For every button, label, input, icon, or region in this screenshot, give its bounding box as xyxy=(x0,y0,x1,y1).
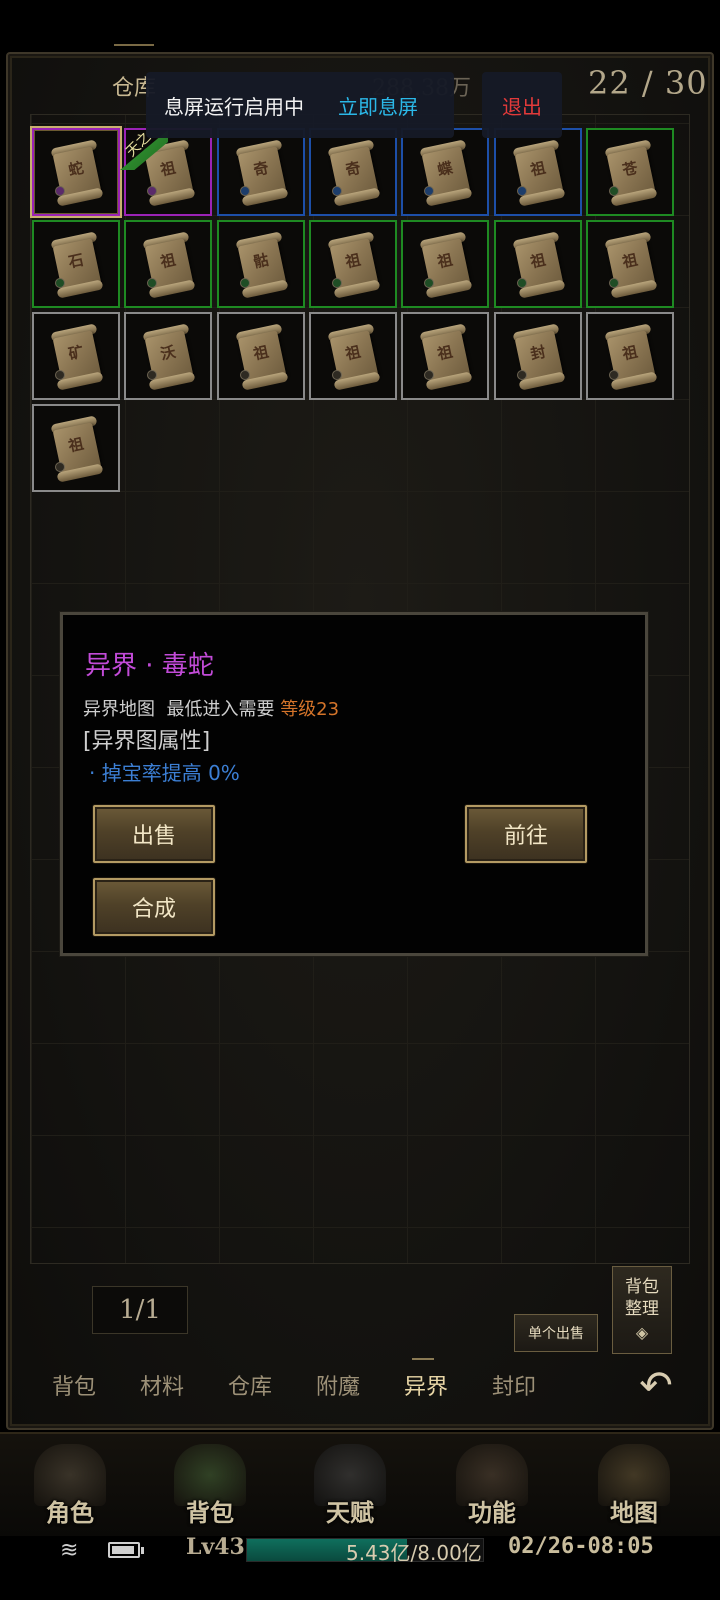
nav-label-map: 地图 xyxy=(610,1498,658,1527)
map-scroll-icon: 祖 xyxy=(509,139,567,207)
nav-label-function: 功能 xyxy=(468,1498,516,1527)
requirement-level: 等级23 xyxy=(280,699,340,720)
back-arrow-icon[interactable]: ↶ xyxy=(632,1364,680,1412)
map-scroll-icon: 祖 xyxy=(416,231,474,299)
tab-item[interactable]: 附魔 xyxy=(294,1366,382,1410)
inventory-slot[interactable]: 祖 xyxy=(586,312,674,400)
arrange-label-1: 背包 xyxy=(625,1277,659,1297)
battery-icon xyxy=(108,1542,144,1558)
item-title: 异界 · 毒蛇 xyxy=(85,651,214,681)
map-scroll-icon: 祖 xyxy=(232,323,290,391)
inventory-slot[interactable]: 祖 xyxy=(401,312,489,400)
map-scroll-icon: 苍 xyxy=(601,139,659,207)
tab-item[interactable]: 背包 xyxy=(30,1366,118,1410)
map-scroll-icon: 石 xyxy=(47,231,105,299)
inventory-slot[interactable]: 奇 xyxy=(217,128,305,216)
map-scroll-icon: 沃 xyxy=(139,323,197,391)
capacity-counter: 22 / 30 xyxy=(588,64,708,102)
map-scroll-icon: 祖 xyxy=(324,231,382,299)
goto-button[interactable]: 前往 xyxy=(465,805,587,863)
attribute-header: [异界图属性] xyxy=(83,729,211,754)
notification-status-text: 息屏运行启用中 xyxy=(164,94,304,119)
exp-text: 5.43亿/8.00亿 xyxy=(346,1541,482,1565)
wifi-icon: ≋ xyxy=(60,1538,79,1563)
inventory-slot[interactable]: 石 xyxy=(32,220,120,308)
item-detail-popup: 异界 · 毒蛇 异界地图 最低进入需要 等级23 [异界图属性] · 掉宝率提高… xyxy=(60,612,648,956)
inventory-slot[interactable]: 祖 xyxy=(217,312,305,400)
inventory-slot[interactable]: 奇 xyxy=(309,128,397,216)
item-type-label: 异界地图 xyxy=(83,699,155,720)
arrange-bag-button[interactable]: 背包 整理 ◈ xyxy=(612,1266,672,1354)
bottom-nav: 角色 背包 天赋 功能 地图 xyxy=(0,1432,720,1536)
inventory-slot[interactable]: 祖 xyxy=(494,128,582,216)
tab-item[interactable]: 异界 xyxy=(382,1366,470,1410)
map-scroll-icon: 祖 xyxy=(416,323,474,391)
map-scroll-icon: 祖 xyxy=(601,231,659,299)
inventory-slot[interactable]: 矿 xyxy=(32,312,120,400)
inventory-slot[interactable]: 祖 xyxy=(309,220,397,308)
panel-top-ornament xyxy=(114,44,154,54)
player-level: Lv43 xyxy=(186,1534,245,1560)
map-scroll-icon: 奇 xyxy=(232,139,290,207)
nav-label-character: 角色 xyxy=(46,1498,94,1527)
requirement-label: 最低进入需要 xyxy=(166,699,275,720)
map-scroll-icon: 祖 xyxy=(47,415,105,483)
nav-bag[interactable]: 背包 xyxy=(150,1434,270,1534)
tab-item[interactable]: 封印 xyxy=(470,1366,558,1410)
nav-map[interactable]: 地图 xyxy=(574,1434,694,1534)
page-indicator: 1/1 xyxy=(92,1286,188,1334)
inventory-slot[interactable]: 祖 xyxy=(309,312,397,400)
inventory-slot[interactable]: 封 xyxy=(494,312,582,400)
nav-label-bag: 背包 xyxy=(186,1498,234,1527)
item-requirement-line: 异界地图 最低进入需要 等级23 xyxy=(83,695,339,721)
nav-label-talent: 天赋 xyxy=(326,1498,374,1527)
merge-button[interactable]: 合成 xyxy=(93,878,215,936)
inventory-slot[interactable]: 骷 xyxy=(217,220,305,308)
inventory-slot[interactable]: 蝶 xyxy=(401,128,489,216)
inventory-slot[interactable]: 蛇 xyxy=(32,128,120,216)
clock: 02/26-08:05 xyxy=(508,1534,654,1559)
category-tabs: 背包 材料 仓库 附魔 异界 封印 xyxy=(30,1366,610,1410)
single-sell-button[interactable]: 单个出售 xyxy=(514,1314,598,1352)
nav-function[interactable]: 功能 xyxy=(432,1434,552,1534)
nav-character[interactable]: 角色 xyxy=(10,1434,130,1534)
map-scroll-icon: 祖 xyxy=(601,323,659,391)
map-scroll-icon: 祖 xyxy=(139,231,197,299)
inventory-slot[interactable]: 沃 xyxy=(124,312,212,400)
inventory-slot[interactable]: 祖 xyxy=(124,220,212,308)
tab-item[interactable]: 仓库 xyxy=(206,1366,294,1410)
inventory-slot[interactable]: 祖 xyxy=(494,220,582,308)
map-scroll-icon: 封 xyxy=(509,323,567,391)
inventory-slot[interactable]: 苍 xyxy=(586,128,674,216)
inventory-slot[interactable]: 祖 xyxy=(401,220,489,308)
map-scroll-icon: 蝶 xyxy=(416,139,474,207)
screen-off-now-button[interactable]: 立即息屏 xyxy=(338,91,418,120)
layers-icon: ◈ xyxy=(635,1323,649,1342)
map-scroll-icon: 骷 xyxy=(232,231,290,299)
map-scroll-icon: 祖 xyxy=(509,231,567,299)
tab-item[interactable]: 材料 xyxy=(118,1366,206,1410)
notification-exit-button[interactable]: 退出 xyxy=(502,91,542,120)
active-tab-marker xyxy=(412,1358,434,1366)
map-scroll-icon: 矿 xyxy=(47,323,105,391)
nav-talent[interactable]: 天赋 xyxy=(290,1434,410,1534)
map-scroll-icon: 蛇 xyxy=(47,139,105,207)
screen-off-notification: 息屏运行启用中 立即息屏 xyxy=(146,72,454,138)
arrange-label-2: 整理 xyxy=(625,1299,659,1319)
map-scroll-icon: 祖 xyxy=(324,323,382,391)
notification-exit-wrapper: 退出 xyxy=(482,72,562,138)
attribute-line: · 掉宝率提高 0% xyxy=(89,761,240,785)
map-scroll-icon: 奇 xyxy=(324,139,382,207)
sell-button[interactable]: 出售 xyxy=(93,805,215,863)
inventory-slot[interactable]: 祖 xyxy=(32,404,120,492)
inventory-slot[interactable]: 祖 xyxy=(586,220,674,308)
